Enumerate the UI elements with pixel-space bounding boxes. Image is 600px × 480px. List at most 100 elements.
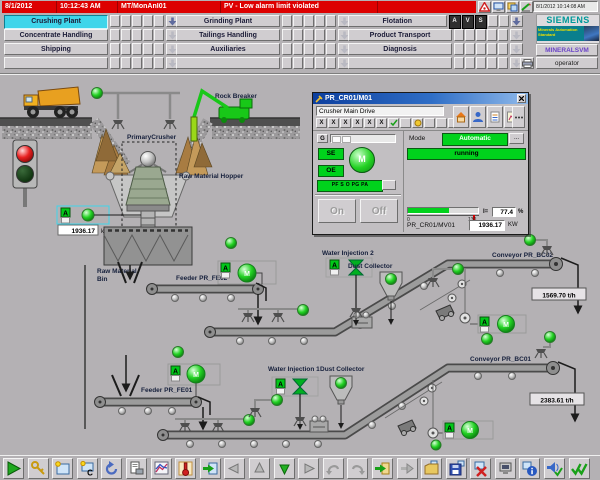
nav-up-icon[interactable] xyxy=(249,458,270,479)
faceplate-window[interactable]: PR_CR01/M01 Crusher Main Drive X X X X X… xyxy=(312,92,529,235)
blank-button[interactable] xyxy=(400,118,411,128)
forward-icon[interactable] xyxy=(397,458,418,479)
redo-icon[interactable] xyxy=(347,458,368,479)
group-button[interactable]: G xyxy=(317,134,328,143)
nav-status-square[interactable] xyxy=(143,57,153,69)
off-button[interactable]: Off xyxy=(360,199,398,223)
nav-status-square[interactable] xyxy=(476,29,486,41)
open-picture-icon[interactable] xyxy=(421,458,442,479)
ack-x-button[interactable]: X xyxy=(352,118,363,128)
nav-status-square[interactable] xyxy=(132,57,142,69)
save-picture-icon[interactable] xyxy=(446,458,467,479)
nav-status-square[interactable] xyxy=(304,15,314,27)
nav-right-icon[interactable] xyxy=(298,458,319,479)
nav-status-square[interactable] xyxy=(110,57,120,69)
nav-status-square[interactable] xyxy=(304,43,314,55)
close-icon[interactable] xyxy=(517,94,526,103)
nav-status-square[interactable] xyxy=(132,15,142,27)
trend-icon[interactable] xyxy=(151,458,172,479)
nav-product-transport[interactable]: Product Transport xyxy=(348,29,452,41)
nav-status-square[interactable] xyxy=(121,15,131,27)
start-icon[interactable] xyxy=(3,458,24,479)
nav-status-square[interactable] xyxy=(293,57,303,69)
chevron-down-icon[interactable] xyxy=(510,29,523,41)
ack-x-button[interactable]: X xyxy=(316,118,327,128)
chevron-down-icon[interactable] xyxy=(510,43,523,55)
nav-status-square[interactable] xyxy=(326,43,336,55)
traffic-light[interactable] xyxy=(13,140,37,207)
nav-status-square[interactable] xyxy=(465,29,475,41)
refresh-icon[interactable] xyxy=(101,458,122,479)
nav-status-square[interactable] xyxy=(499,15,509,27)
thermometer-icon[interactable] xyxy=(175,458,196,479)
picture-copy-c-icon[interactable]: C xyxy=(77,458,98,479)
picture-star-icon[interactable] xyxy=(52,458,73,479)
alarm-line[interactable]: 8/1/2012 10:12:43 AM MT/MonAnI01 PV - Lo… xyxy=(2,1,476,13)
nav-status-square[interactable] xyxy=(282,29,292,41)
nav-status-square[interactable] xyxy=(132,43,142,55)
nav-auxiliaries[interactable]: Auxiliaries xyxy=(176,43,280,55)
nav-status-square[interactable] xyxy=(476,43,486,55)
nav-status-square[interactable] xyxy=(315,57,325,69)
operator-button[interactable]: operator xyxy=(536,57,598,69)
nav-status-square[interactable] xyxy=(143,15,153,27)
nav-spare[interactable] xyxy=(4,57,108,69)
nav-status-square[interactable] xyxy=(454,29,464,41)
nav-status-square[interactable] xyxy=(293,29,303,41)
nav-status-square[interactable] xyxy=(315,29,325,41)
nav-status-square[interactable] xyxy=(476,57,486,69)
hand-icon[interactable] xyxy=(412,118,423,128)
ack-x-button[interactable]: X xyxy=(376,118,387,128)
bc02-rate-display[interactable]: 1569.70 t/h xyxy=(532,288,586,300)
nav-status-square[interactable] xyxy=(465,57,475,69)
nav-status-square[interactable] xyxy=(143,43,153,55)
nav-status-square[interactable] xyxy=(143,29,153,41)
ack-all-icon[interactable] xyxy=(569,458,590,479)
nav-status-square[interactable] xyxy=(121,29,131,41)
ack-x-button[interactable]: X xyxy=(328,118,339,128)
nav-status-square[interactable] xyxy=(132,29,142,41)
nav-tailings-handling[interactable]: Tailings Handling xyxy=(176,29,280,41)
status-lamp[interactable] xyxy=(453,264,464,275)
status-lamp[interactable] xyxy=(298,305,309,316)
nav-status-square[interactable] xyxy=(498,43,508,55)
nav-diagnosis[interactable]: Diagnosis xyxy=(348,43,452,55)
nav-spare[interactable] xyxy=(348,57,452,69)
nav-status-square[interactable] xyxy=(293,15,303,27)
chevron-down-icon[interactable] xyxy=(511,15,523,27)
nav-status-square[interactable] xyxy=(282,43,292,55)
project-button[interactable]: MINERALSVM xyxy=(536,44,598,56)
signature-icon[interactable] xyxy=(520,1,533,13)
bc01-rate-display[interactable]: 2383.61 t/h xyxy=(530,393,584,405)
nav-status-square[interactable] xyxy=(487,43,497,55)
limits-view-icon[interactable] xyxy=(487,106,503,128)
conveyor-bc01-drive[interactable]: A M xyxy=(431,421,493,450)
check-icon[interactable] xyxy=(388,118,399,128)
key-icon[interactable] xyxy=(28,458,49,479)
feeder-fe02-drive[interactable]: A M xyxy=(218,238,276,285)
status-lamp[interactable] xyxy=(92,88,103,99)
nav-status-square[interactable] xyxy=(465,43,475,55)
nav-status-square[interactable] xyxy=(282,57,292,69)
nav-status-square[interactable] xyxy=(498,57,508,69)
group-ack-a-button[interactable]: A xyxy=(449,15,461,29)
group-ack-s-button[interactable]: S xyxy=(475,15,487,29)
nav-status-square[interactable] xyxy=(154,29,164,41)
status-lamp[interactable] xyxy=(272,395,283,406)
nav-status-square[interactable] xyxy=(304,29,314,41)
nav-status-square[interactable] xyxy=(110,43,120,55)
picture-jump-icon[interactable] xyxy=(200,458,221,479)
alarm-warning-icon[interactable] xyxy=(478,1,491,13)
printer-icon[interactable] xyxy=(520,57,534,69)
nav-status-square[interactable] xyxy=(315,15,325,27)
nav-left-icon[interactable] xyxy=(224,458,245,479)
bc01-belt-weigher[interactable] xyxy=(310,416,328,432)
ack-x-button[interactable]: X xyxy=(340,118,351,128)
nav-crushing-plant[interactable]: Crushing Plant xyxy=(4,15,108,29)
nav-status-square[interactable] xyxy=(487,29,497,41)
nav-status-square[interactable] xyxy=(326,15,336,27)
nav-status-square[interactable] xyxy=(487,57,497,69)
nav-status-square[interactable] xyxy=(454,57,464,69)
nav-status-square[interactable] xyxy=(121,57,131,69)
nav-status-square[interactable] xyxy=(315,43,325,55)
